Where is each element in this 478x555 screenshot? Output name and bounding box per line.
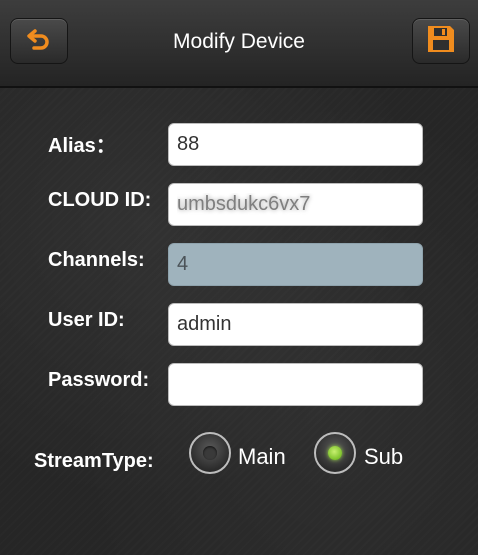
channels-field [168,243,423,286]
cloud-id-input[interactable] [168,183,423,226]
user-id-label: User ID: [48,309,125,331]
stream-main-radio[interactable] [189,432,231,474]
page-title: Modify Device [173,30,305,53]
save-button[interactable] [412,18,470,64]
stream-type-label: StreamType: [34,450,154,472]
password-label: Password: [48,369,150,391]
stream-sub-label[interactable]: Sub [364,444,403,470]
stream-sub-radio[interactable] [314,432,356,474]
channels-label: Channels: [48,249,145,271]
password-input[interactable] [168,363,423,406]
radio-unselected-indicator [203,446,217,460]
title-bar: Modify Device [0,0,478,88]
stream-main-label[interactable]: Main [238,444,286,470]
modify-device-screen: Modify Device Alias： CLOUD ID: Channels:… [0,0,478,555]
user-id-input[interactable] [168,303,423,346]
alias-label: Alias： [48,135,116,157]
save-icon [425,23,457,60]
radio-selected-indicator [328,446,342,460]
alias-input[interactable] [168,123,423,166]
cloud-id-label: CLOUD ID: [48,189,152,211]
